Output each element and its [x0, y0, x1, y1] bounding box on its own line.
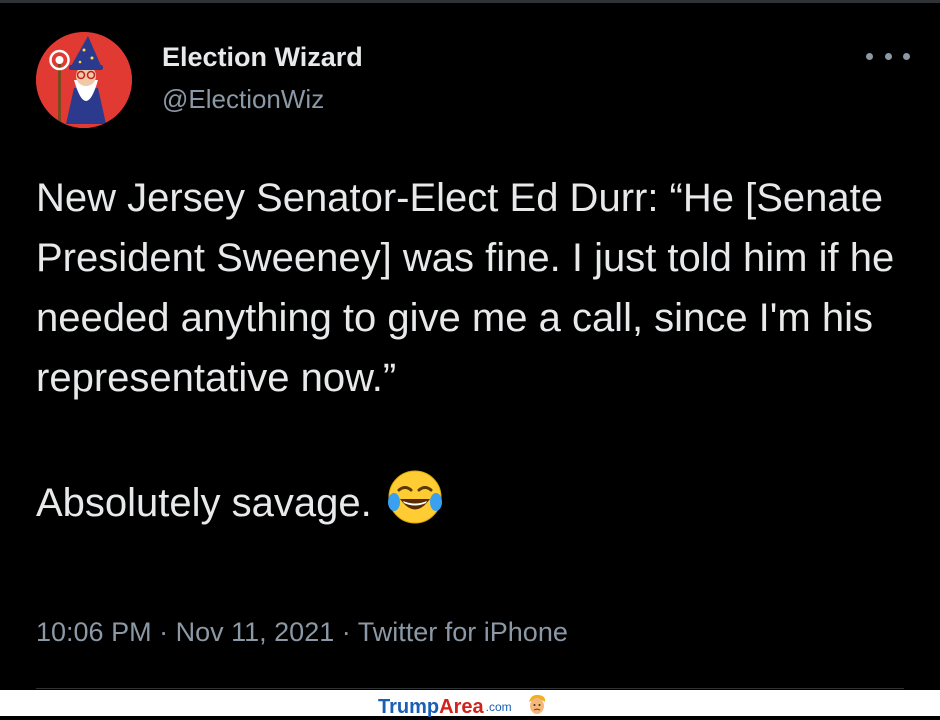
- more-dot: [903, 52, 910, 60]
- user-handle[interactable]: @ElectionWiz: [162, 82, 324, 116]
- tweet-source[interactable]: Twitter for iPhone: [358, 617, 568, 647]
- meta-separator: ·: [159, 617, 169, 647]
- tweet-paragraph: New Jersey Senator-Elect Ed Durr: “He [S…: [36, 176, 895, 400]
- face-with-tears-of-joy-icon: [386, 468, 444, 543]
- watermark-bar: Trump Area .com: [0, 690, 940, 718]
- watermark-part3: .com: [485, 699, 512, 714]
- tweet-paragraph: Absolutely savage.: [36, 481, 372, 525]
- tweet-text: New Jersey Senator-Elect Ed Durr: “He [S…: [36, 168, 916, 543]
- tweet-card: Election Wizard @ElectionWiz New Jersey …: [0, 0, 940, 690]
- more-options-icon[interactable]: [866, 44, 910, 68]
- more-dot: [884, 52, 892, 60]
- tweet-meta: 10:06 PM · Nov 11, 2021 · Twitter for iP…: [36, 614, 568, 650]
- tweet-time[interactable]: 10:06 PM: [36, 617, 152, 647]
- tweet-paragraph-last: Absolutely savage.: [36, 468, 916, 543]
- bottom-divider: [36, 688, 904, 689]
- watermark-part1: Trump: [378, 695, 440, 718]
- watermark-part2: Area: [439, 695, 484, 718]
- more-dot: [866, 52, 873, 60]
- wizard-avatar-icon[interactable]: [36, 32, 132, 128]
- tweet-date[interactable]: Nov 11, 2021: [176, 617, 335, 647]
- display-name[interactable]: Election Wizard: [162, 40, 363, 74]
- meta-separator: ·: [341, 617, 351, 647]
